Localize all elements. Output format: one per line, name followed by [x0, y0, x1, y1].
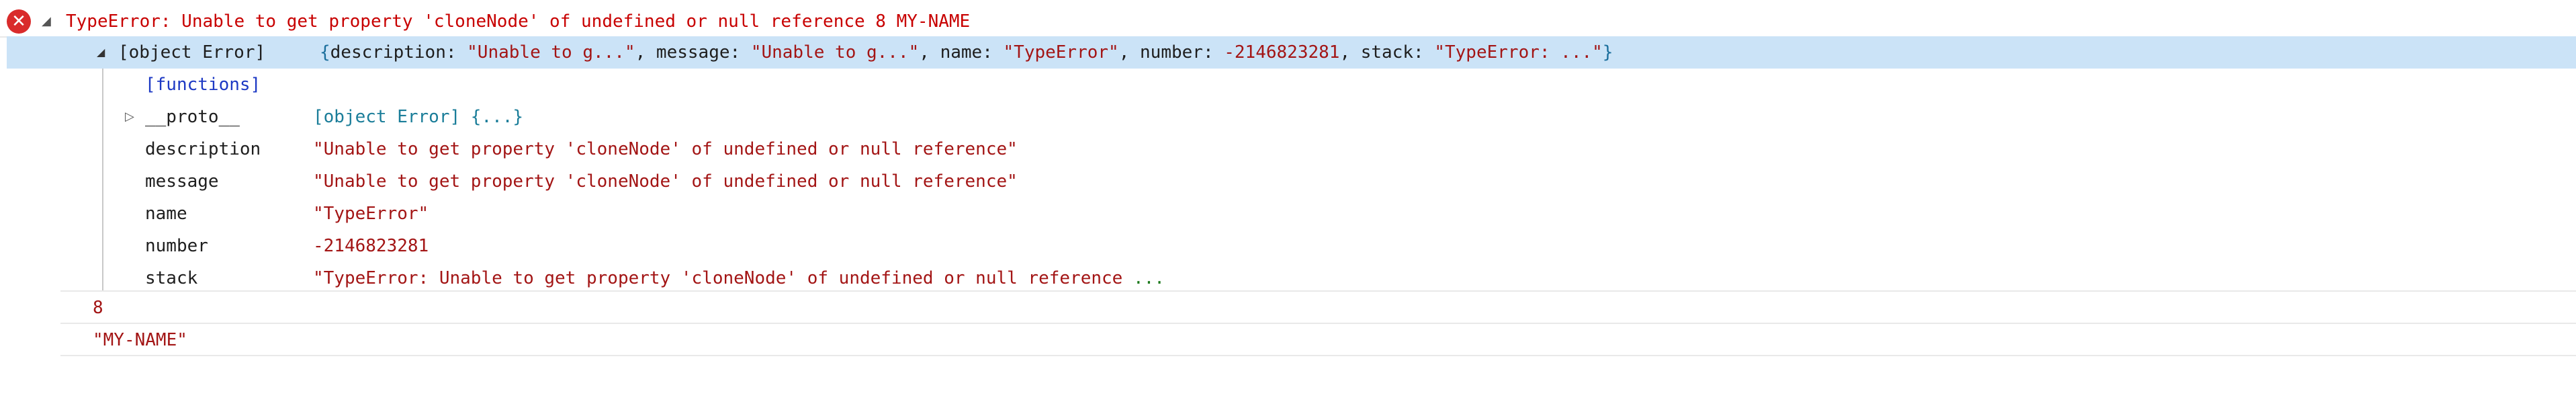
property-value: -2146823281 [313, 236, 429, 256]
proto-key: __proto__ [145, 107, 240, 127]
property-value: "Unable to get property 'cloneNode' of u… [313, 171, 1018, 192]
property-key: number [145, 236, 208, 256]
proto-value: [object Error] {...} [313, 107, 524, 127]
property-key: name [145, 204, 187, 224]
summary-key-name: name [940, 42, 983, 63]
collapse-arrow-icon[interactable]: ◢ [97, 36, 105, 69]
logged-number-value: 8 [93, 298, 103, 318]
summary-key-message: message [656, 42, 730, 63]
object-error-row[interactable]: ◢ [object Error] {description: "Unable t… [7, 36, 2576, 69]
property-value: "Unable to get property 'cloneNode' of u… [313, 139, 1018, 159]
logged-string-value: "MY-NAME" [93, 330, 187, 350]
property-row-message: message "Unable to get property 'cloneNo… [0, 165, 2576, 198]
property-row-name: name "TypeError" [0, 198, 2576, 230]
object-label: [object Error] [118, 42, 266, 63]
summary-key-description: description [330, 42, 446, 63]
property-value: "TypeError" [313, 204, 429, 224]
summary-key-stack: stack [1360, 42, 1414, 63]
functions-node[interactable]: [functions] [0, 69, 2576, 101]
property-key: description [145, 139, 261, 159]
property-row-number: number -2146823281 [0, 230, 2576, 262]
functions-label[interactable]: [functions] [145, 69, 261, 101]
logged-number-row: 8 [60, 292, 2576, 324]
summary-key-number: number [1140, 42, 1203, 63]
property-row-description: description "Unable to get property 'clo… [0, 133, 2576, 165]
proto-node[interactable]: ▷ __proto__ [object Error] {...} [0, 101, 2576, 133]
property-key: message [145, 171, 219, 192]
expand-arrow-icon[interactable]: ▷ [125, 101, 134, 133]
object-block-divider [60, 258, 2576, 292]
error-expander-arrow-icon[interactable]: ◢ [42, 5, 51, 38]
error-message-text: TypeError: Unable to get property 'clone… [66, 11, 971, 32]
error-circle-icon: ✕ [7, 9, 31, 34]
object-summary: {description: "Unable to g...", message:… [320, 42, 1613, 63]
logged-string-row: "MY-NAME" [60, 324, 2576, 356]
console-error-row: ✕ ◢ TypeError: Unable to get property 'c… [0, 5, 2576, 38]
